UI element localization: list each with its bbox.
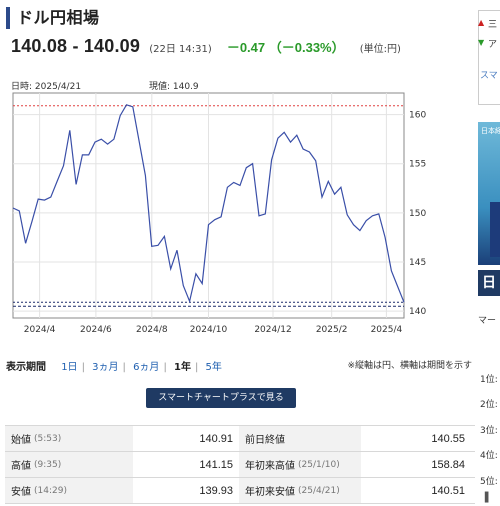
y-tick-label: 145 — [409, 258, 426, 268]
period-3m[interactable]: 3ヵ月 — [92, 362, 118, 373]
page-title: ドル円相場 — [17, 8, 100, 27]
table-row: 始値 (5:53) 140.91 前日終値 140.55 — [5, 426, 475, 452]
stat-time: (9:35) — [34, 459, 62, 470]
stat-value: 141.15 — [199, 458, 233, 471]
up-arrow-icon: ▲ — [478, 18, 485, 27]
quote-time: (22日 14:31) — [149, 44, 212, 55]
page-title-bar: ドル円相場 — [6, 7, 466, 29]
price-chart: 日時: 2025/4/21 現値: 140.9 2024/4 2024/6 2024… — [10, 79, 460, 347]
right-sidebar: ▲ 三 ▼ ア スマ 日本経 日経 マー 1位: 2位: 3位: 4位: 5位:… — [476, 0, 500, 506]
axis-note: ※縦軸は円、横軸は期間を示す — [347, 361, 472, 371]
stat-label-text: 始値 — [11, 435, 31, 446]
stat-value: 140.55 — [431, 432, 465, 445]
stat-value: 140.51 — [431, 484, 465, 497]
period-5y[interactable]: 5年 — [206, 362, 222, 373]
stat-time: (25/4/21) — [298, 485, 340, 496]
period-divider: | — [81, 362, 85, 373]
stat-label: 高値 (9:35) — [5, 452, 133, 477]
sidebar-down-text[interactable]: ア — [488, 37, 497, 50]
stat-label: 前日終値 — [239, 426, 361, 451]
stat-label-text: 年初来高値 — [245, 461, 295, 472]
sidebar-up-text[interactable]: 三 — [488, 17, 497, 30]
x-tick-label: 2025/2 — [316, 325, 348, 335]
x-tick-label: 2024/6 — [80, 325, 112, 335]
period-label: 表示期間 — [6, 362, 46, 373]
ad-banner[interactable]: 日本経 — [478, 122, 500, 265]
x-tick-label: 2024/12 — [254, 325, 291, 335]
stat-label: 安値 (14:29) — [5, 478, 133, 503]
stat-label-text: 安値 — [11, 487, 31, 498]
rank-label: 5位: — [480, 477, 498, 487]
rank-label: 1位: — [480, 375, 498, 385]
period-divider: | — [194, 362, 199, 373]
smart-chart-button[interactable]: スマートチャートプラスで見る — [146, 388, 296, 408]
y-tick-label: 160 — [409, 111, 426, 121]
table-row: 高値 (9:35) 141.15 年初来高値 (25/1/10) 158.84 — [5, 452, 475, 478]
book-icon: ❚ — [482, 490, 492, 503]
price-change: －0.47 （－0.33%） — [226, 40, 345, 55]
rank-label: 3位: — [480, 426, 498, 436]
stat-time: (25/1/10) — [298, 459, 340, 470]
period-1d[interactable]: 1日 — [61, 362, 77, 373]
current-price: 140.08 - 140.09 — [11, 36, 141, 56]
banner-text: 日本経 — [481, 127, 500, 135]
price-unit: (単位:円) — [359, 44, 401, 55]
stat-value: 140.91 — [199, 432, 233, 445]
stat-label-text: 年初来安値 — [245, 487, 295, 498]
stat-label: 年初来高値 (25/1/10) — [239, 452, 361, 477]
x-tick-label: 2024/10 — [190, 325, 228, 335]
quote-row: 140.08 - 140.09 (22日 14:31) －0.47 （－0.33… — [11, 36, 471, 60]
stat-label: 年初来安値 (25/4/21) — [239, 478, 361, 503]
y-tick-label: 140 — [409, 307, 426, 317]
chart-current-label: 現値: 140.9 — [149, 82, 199, 92]
stats-table: 始値 (5:53) 140.91 前日終値 140.55 高値 (9:35) 141… — [5, 425, 475, 504]
table-row: 安値 (14:29) 139.93 年初来安値 (25/4/21) 140.51 — [5, 478, 475, 504]
down-arrow-icon: ▼ — [478, 38, 485, 47]
period-6m[interactable]: 6ヵ月 — [133, 362, 159, 373]
x-tick-label: 2025/4 — [371, 325, 403, 335]
sidebar-link[interactable]: スマ — [480, 68, 498, 81]
stat-value: 139.93 — [199, 484, 233, 497]
period-divider: | — [163, 362, 167, 373]
chart-svg: 2024/4 2024/6 2024/8 2024/10 2024/12 2025/2 20… — [12, 92, 426, 335]
chart-date-label: 日時: 2025/4/21 — [11, 82, 82, 92]
period-divider: | — [122, 362, 126, 373]
x-tick-label: 2024/4 — [24, 325, 56, 335]
period-selector: 表示期間 1日 | 3ヵ月 | 6ヵ月 | 1年 | 5年 ※縦軸は円、横軸は期間を示す — [6, 358, 472, 374]
stat-label-text: 前日終値 — [245, 435, 285, 446]
rank-label: 2位: — [480, 400, 498, 410]
stat-time: (14:29) — [34, 485, 67, 496]
banner-graphic — [490, 202, 500, 257]
x-tick-label: 2024/8 — [136, 325, 168, 335]
sidebar-section-title: 日経 — [478, 270, 500, 317]
stat-value: 158.84 — [431, 458, 465, 471]
y-tick-label: 150 — [409, 209, 426, 219]
stat-time: (5:53) — [34, 433, 62, 444]
y-tick-label: 155 — [409, 160, 426, 170]
period-1y[interactable]: 1年 — [174, 362, 191, 373]
stat-label-text: 高値 — [11, 461, 31, 472]
sidebar-table-header: マー — [478, 316, 497, 326]
stat-label: 始値 (5:53) — [5, 426, 133, 451]
rank-label: 4位: — [480, 451, 498, 461]
